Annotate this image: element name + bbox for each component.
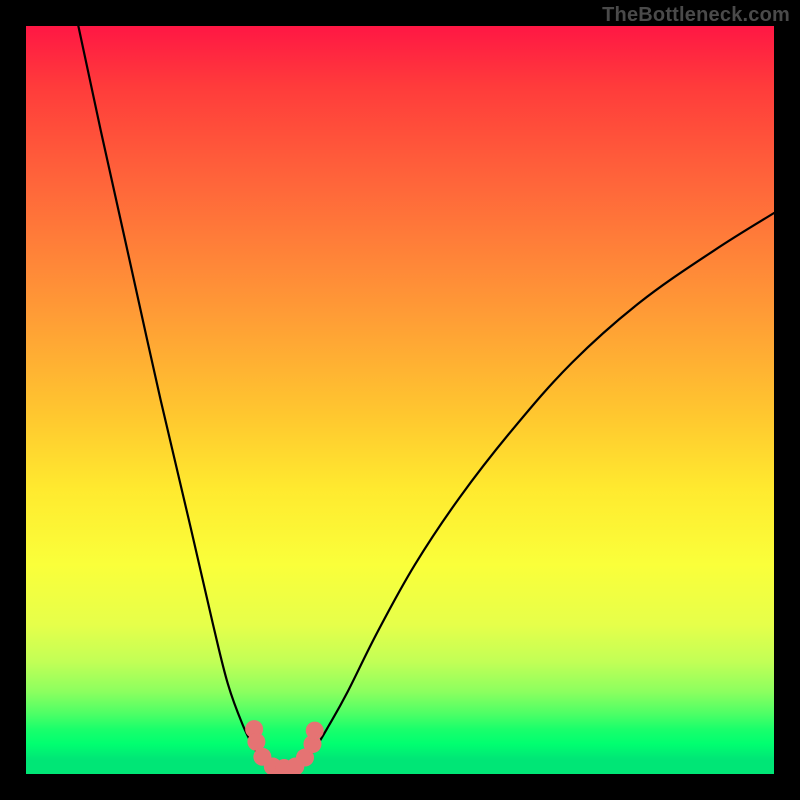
plot-area (26, 26, 774, 774)
data-markers (245, 720, 324, 774)
chart-svg (26, 26, 774, 774)
data-marker (306, 722, 324, 740)
curve-right (295, 213, 774, 768)
chart-frame: TheBottleneck.com (0, 0, 800, 800)
watermark-text: TheBottleneck.com (602, 4, 790, 27)
curve-left (78, 26, 272, 768)
